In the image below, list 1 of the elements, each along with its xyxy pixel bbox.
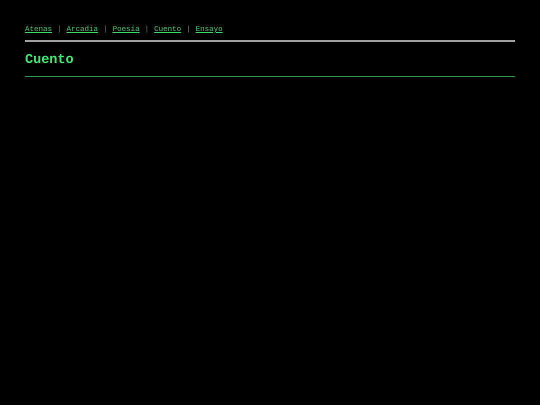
page-heading: Cuento [25,53,75,69]
